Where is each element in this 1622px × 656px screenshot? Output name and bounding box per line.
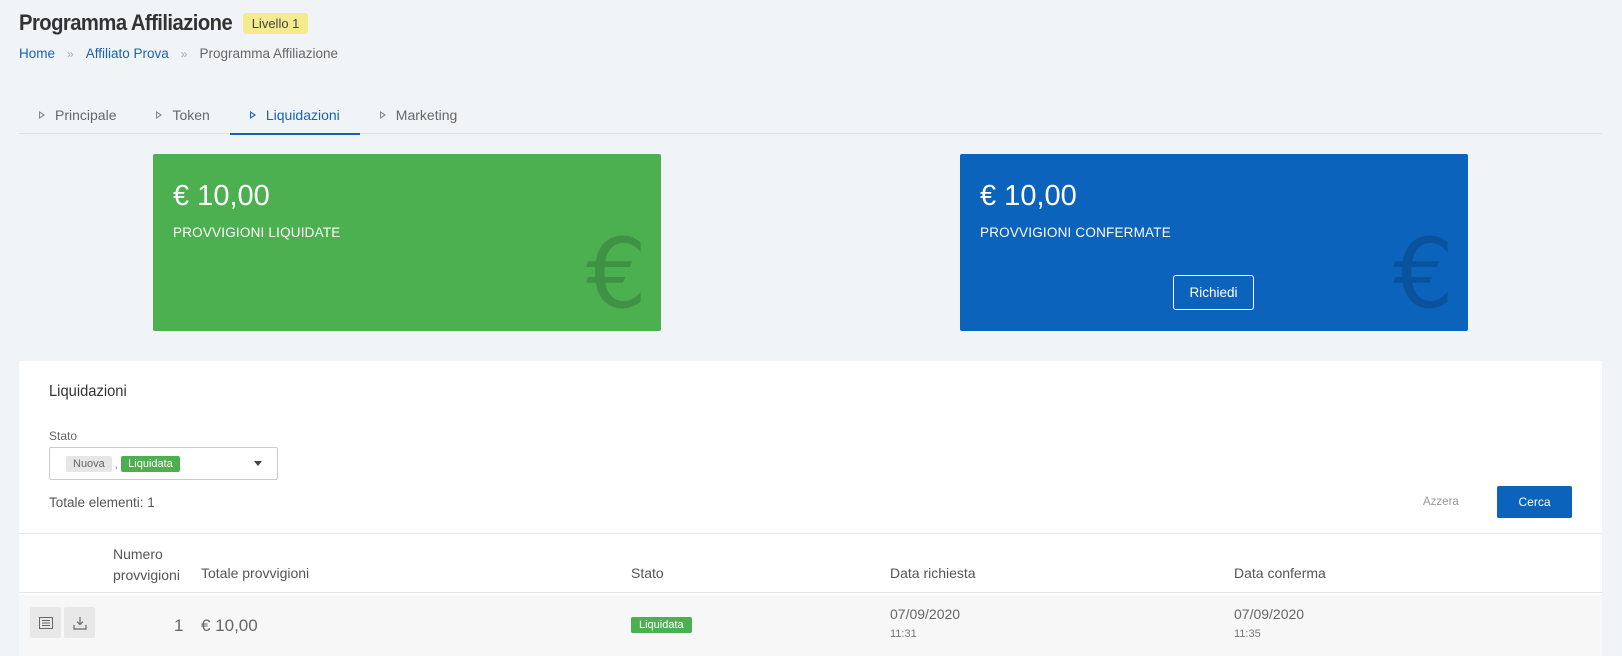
triangle-right-icon <box>249 111 256 119</box>
title-row: Programma Affiliazione Livello 1 <box>19 8 338 38</box>
page-title: Programma Affiliazione <box>19 10 233 35</box>
status-filter-label: Stato <box>49 429 78 443</box>
breadcrumb-current: Programma Affiliazione <box>199 46 339 61</box>
liquidated-label: PROVVIGIONI LIQUIDATE <box>173 225 341 240</box>
confirmed-date: 07/09/2020 <box>1234 606 1305 622</box>
list-icon <box>38 616 53 629</box>
commission-total: € 10,00 <box>201 616 258 635</box>
tab-token[interactable]: Token <box>136 96 229 134</box>
column-header-confirmed: Data conferma <box>1234 565 1326 581</box>
confirmed-amount: € 10,00 <box>980 180 1077 212</box>
breadcrumb-separator: » <box>180 46 188 61</box>
details-button[interactable] <box>30 607 61 638</box>
tab-label: Liquidazioni <box>265 107 340 123</box>
breadcrumb-home-link[interactable]: Home <box>19 46 55 61</box>
commission-count: 1 <box>174 616 184 635</box>
download-icon <box>72 616 87 630</box>
tab-principale[interactable]: Principale <box>19 96 136 134</box>
chip-separator: , <box>114 456 119 471</box>
level-badge: Livello 1 <box>242 12 309 34</box>
confirmed-time: 11:35 <box>1234 628 1261 640</box>
tab-label: Marketing <box>395 107 458 123</box>
tab-label: Token <box>172 107 210 123</box>
column-header-count: Numero provvigioni <box>113 544 180 586</box>
download-button[interactable] <box>64 607 95 638</box>
page-header: Programma Affiliazione Livello 1 Home » … <box>19 8 338 61</box>
liquidated-commissions-card: € 10,00 PROVVIGIONI LIQUIDATE € <box>153 154 661 331</box>
requested-date-cell: 07/09/2020 11:31 <box>890 606 960 640</box>
triangle-right-icon <box>379 111 386 119</box>
reset-button[interactable]: Azzera <box>1423 496 1459 508</box>
tab-label: Principale <box>55 107 117 123</box>
liquidations-panel: Liquidazioni Stato Nuova , Liquidata Tot… <box>19 361 1602 656</box>
confirmed-commissions-card: € 10,00 PROVVIGIONI CONFERMATE Richiedi … <box>960 154 1468 331</box>
triangle-right-icon <box>39 111 45 119</box>
status-badge: Liquidata <box>631 617 692 633</box>
tab-bar: Principale Token Liquidazioni Marketing <box>19 96 1602 135</box>
table-row: 1 € 10,00 Liquidata 07/09/2020 11:31 07/… <box>19 595 1602 656</box>
breadcrumb-separator: » <box>67 46 74 61</box>
liquidated-amount: € 10,00 <box>173 180 270 212</box>
tab-marketing[interactable]: Marketing <box>360 96 477 134</box>
tab-liquidazioni[interactable]: Liquidazioni <box>229 96 360 135</box>
panel-title: Liquidazioni <box>49 383 127 400</box>
search-button[interactable]: Cerca <box>1497 486 1572 518</box>
breadcrumb: Home » Affiliato Prova » Programma Affil… <box>19 46 338 61</box>
column-header-count-line1: Numero <box>113 546 163 562</box>
breadcrumb-affiliate-link[interactable]: Affiliato Prova <box>86 46 169 61</box>
total-elements: Totale elementi: 1 <box>49 495 155 510</box>
column-header-total: Totale provvigioni <box>201 565 310 581</box>
confirmed-label: PROVVIGIONI CONFERMATE <box>980 225 1171 240</box>
status-chip-liquidata: Liquidata <box>121 455 180 472</box>
request-button[interactable]: Richiedi <box>1173 275 1254 310</box>
column-header-requested: Data richiesta <box>890 565 976 581</box>
status-chip-nuova: Nuova <box>66 455 112 472</box>
triangle-right-icon <box>156 111 163 119</box>
euro-icon: € <box>1392 218 1454 330</box>
confirmed-date-cell: 07/09/2020 11:35 <box>1234 606 1304 640</box>
column-header-status: Stato <box>631 565 664 581</box>
status-filter-select[interactable]: Nuova , Liquidata <box>49 447 278 480</box>
caret-down-icon <box>254 461 262 466</box>
table-header: Numero provvigioni Totale provvigioni St… <box>19 533 1602 593</box>
euro-icon: € <box>585 218 647 330</box>
column-header-count-line2: provvigioni <box>113 567 180 583</box>
requested-time: 11:31 <box>890 628 917 640</box>
requested-date: 07/09/2020 <box>890 606 961 622</box>
